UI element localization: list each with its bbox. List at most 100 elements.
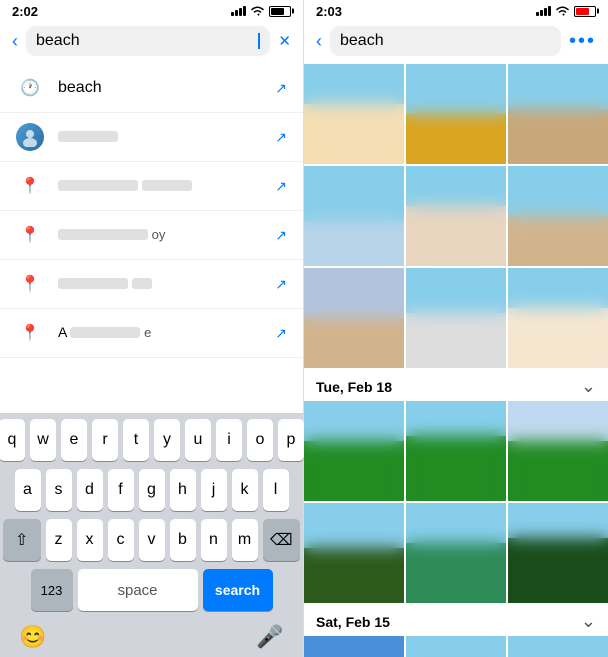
left-nav-bar: ‹ beach ✕	[0, 22, 303, 64]
wifi-icon	[555, 6, 570, 17]
back-button[interactable]: ‹	[12, 31, 18, 52]
arrow-icon: ↗	[275, 325, 287, 342]
mic-button[interactable]: 🎤	[256, 623, 284, 651]
shift-key[interactable]: ⇧	[3, 519, 41, 561]
key-d[interactable]: d	[77, 469, 103, 511]
photo-item[interactable]	[406, 64, 506, 164]
key-o[interactable]: o	[247, 419, 273, 461]
photos-grid-2	[304, 636, 608, 657]
photos-grid-0	[304, 64, 608, 368]
keyboard-row-1: q w e r t y u i o p	[3, 419, 300, 461]
suggestion-location-2[interactable]: 📍 oy ↗	[0, 211, 303, 260]
right-status-icons	[536, 6, 596, 17]
keyboard-row-2: a s d f g h j k l	[3, 469, 300, 511]
suggestion-content: oy	[58, 226, 261, 244]
avatar	[16, 123, 44, 151]
photo-item[interactable]	[304, 503, 404, 603]
battery-icon	[574, 6, 596, 17]
space-key[interactable]: space	[78, 569, 198, 611]
suggestion-location-4[interactable]: 📍 A e ↗	[0, 309, 303, 358]
photo-item[interactable]	[406, 268, 506, 368]
location-icon: 📍	[16, 221, 44, 249]
photo-item[interactable]	[508, 268, 608, 368]
clock-icon: 🕐	[16, 74, 44, 102]
keyboard-row-3: ⇧ z x c v b n m ⌫	[3, 519, 300, 561]
suggestion-content	[58, 177, 261, 195]
photo-item[interactable]	[304, 268, 404, 368]
section-header-feb15: Sat, Feb 15 ⌄	[304, 603, 608, 636]
suggestion-recent-beach[interactable]: 🕐 beach ↗	[0, 64, 303, 113]
photo-item[interactable]	[508, 64, 608, 164]
photo-item[interactable]	[304, 64, 404, 164]
text-cursor	[258, 33, 260, 49]
key-w[interactable]: w	[30, 419, 56, 461]
key-n[interactable]: n	[201, 519, 227, 561]
photo-item[interactable]	[304, 401, 404, 501]
battery-icon	[269, 6, 291, 17]
key-h[interactable]: h	[170, 469, 196, 511]
key-r[interactable]: r	[92, 419, 118, 461]
photo-item[interactable]	[406, 401, 506, 501]
right-panel: 2:03 ‹ beach •••	[304, 0, 608, 657]
key-b[interactable]: b	[170, 519, 196, 561]
key-c[interactable]: c	[108, 519, 134, 561]
search-key[interactable]: search	[203, 569, 273, 611]
delete-key[interactable]: ⌫	[263, 519, 301, 561]
photos-scroll[interactable]: Tue, Feb 18 ⌄ Sat, Feb 1	[304, 64, 608, 657]
chevron-down-icon[interactable]: ⌄	[581, 376, 596, 397]
suggestion-location-3[interactable]: 📍 ↗	[0, 260, 303, 309]
key-v[interactable]: v	[139, 519, 165, 561]
right-back-button[interactable]: ‹	[316, 31, 322, 52]
left-status-icons	[231, 6, 291, 17]
chevron-down-icon[interactable]: ⌄	[581, 611, 596, 632]
suggestion-title: beach	[58, 79, 261, 97]
right-time: 2:03	[316, 4, 342, 19]
photos-grid-1	[304, 401, 608, 603]
more-button[interactable]: •••	[569, 30, 596, 53]
key-e[interactable]: e	[61, 419, 87, 461]
suggestion-location-1[interactable]: 📍 ↗	[0, 162, 303, 211]
key-t[interactable]: t	[123, 419, 149, 461]
photo-item[interactable]	[508, 503, 608, 603]
location-icon: 📍	[16, 270, 44, 298]
emoji-button[interactable]: 😊	[19, 623, 47, 651]
photo-item[interactable]	[406, 636, 506, 657]
key-a[interactable]: a	[15, 469, 41, 511]
signal-icon	[536, 6, 551, 16]
suggestion-content: A e	[58, 324, 261, 342]
cancel-button[interactable]: ✕	[278, 32, 291, 50]
key-f[interactable]: f	[108, 469, 134, 511]
location-icon: 📍	[16, 319, 44, 347]
key-l[interactable]: l	[263, 469, 289, 511]
suggestion-subtitle	[58, 128, 261, 146]
photo-item[interactable]	[406, 166, 506, 266]
left-time: 2:02	[12, 4, 38, 19]
right-search-bar[interactable]: beach	[330, 26, 561, 56]
key-z[interactable]: z	[46, 519, 72, 561]
section-date: Tue, Feb 18	[316, 379, 392, 395]
suggestion-contact-beach[interactable]: ↗	[0, 113, 303, 162]
photo-item[interactable]	[304, 636, 404, 657]
key-j[interactable]: j	[201, 469, 227, 511]
key-g[interactable]: g	[139, 469, 165, 511]
key-m[interactable]: m	[232, 519, 258, 561]
key-q[interactable]: q	[0, 419, 25, 461]
right-search-input: beach	[340, 32, 551, 50]
photo-item[interactable]	[406, 503, 506, 603]
section-date: Sat, Feb 15	[316, 614, 390, 630]
key-x[interactable]: x	[77, 519, 103, 561]
search-bar[interactable]: beach	[26, 26, 270, 56]
num-key[interactable]: 123	[31, 569, 73, 611]
suggestion-content	[58, 275, 261, 293]
photo-item[interactable]	[304, 166, 404, 266]
photo-item[interactable]	[508, 636, 608, 657]
search-input[interactable]: beach	[36, 32, 257, 50]
key-u[interactable]: u	[185, 419, 211, 461]
photo-item[interactable]	[508, 401, 608, 501]
key-k[interactable]: k	[232, 469, 258, 511]
key-i[interactable]: i	[216, 419, 242, 461]
key-y[interactable]: y	[154, 419, 180, 461]
photo-item[interactable]	[508, 166, 608, 266]
key-s[interactable]: s	[46, 469, 72, 511]
key-p[interactable]: p	[278, 419, 304, 461]
